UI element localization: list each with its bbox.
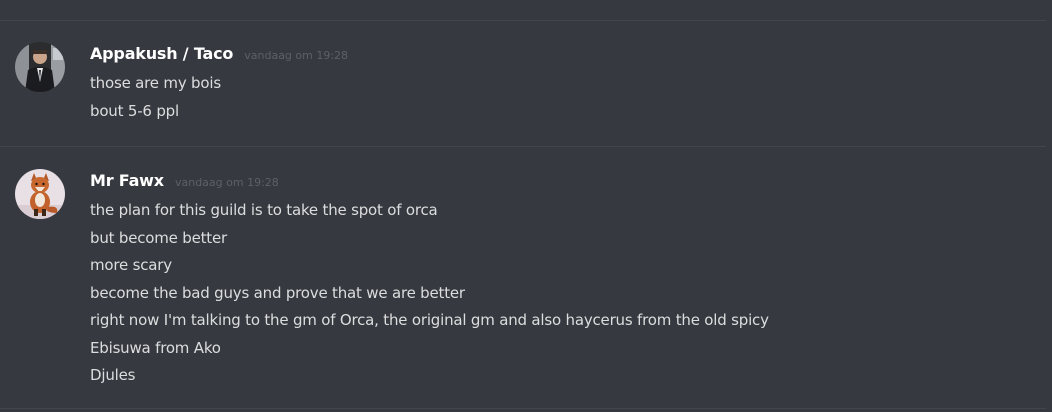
avatar-appakush[interactable] xyxy=(15,42,65,92)
timestamp: vandaag om 19:28 xyxy=(174,176,279,189)
message-line: Ebisuwa from Ako xyxy=(90,338,221,357)
message-lines: the plan for this guild is to take the s… xyxy=(90,197,769,390)
timestamp: vandaag om 19:28 xyxy=(244,49,349,62)
message-line: those are my bois xyxy=(90,74,221,92)
message-header: Appakush / Taco vandaag om 19:28 xyxy=(90,44,348,63)
message-line: right now I'm talking to the gm of Orca,… xyxy=(90,311,769,329)
username[interactable]: Appakush / Taco xyxy=(90,44,233,63)
message-line: but become better xyxy=(90,228,227,247)
message-line: more scary xyxy=(90,256,172,274)
message-lines: those are my bois bout 5-6 ppl xyxy=(90,70,221,125)
message-line: the plan for this guild is to take the s… xyxy=(90,201,438,219)
chat-messages: Appakush / Taco vandaag om 19:28 those a… xyxy=(0,0,1052,412)
message-line: become the bad guys and prove that we ar… xyxy=(90,283,465,302)
message-line: bout 5-6 ppl xyxy=(90,101,179,120)
message-divider xyxy=(0,408,1046,409)
fox-photo-icon xyxy=(15,169,65,219)
username[interactable]: Mr Fawx xyxy=(90,171,164,190)
message-line: Djules xyxy=(90,366,136,384)
message-header: Mr Fawx vandaag om 19:28 xyxy=(90,171,279,190)
person-photo-icon xyxy=(15,42,65,92)
message-divider xyxy=(0,20,1046,21)
avatar-mr-fawx[interactable] xyxy=(15,169,65,219)
message-divider xyxy=(0,146,1046,147)
